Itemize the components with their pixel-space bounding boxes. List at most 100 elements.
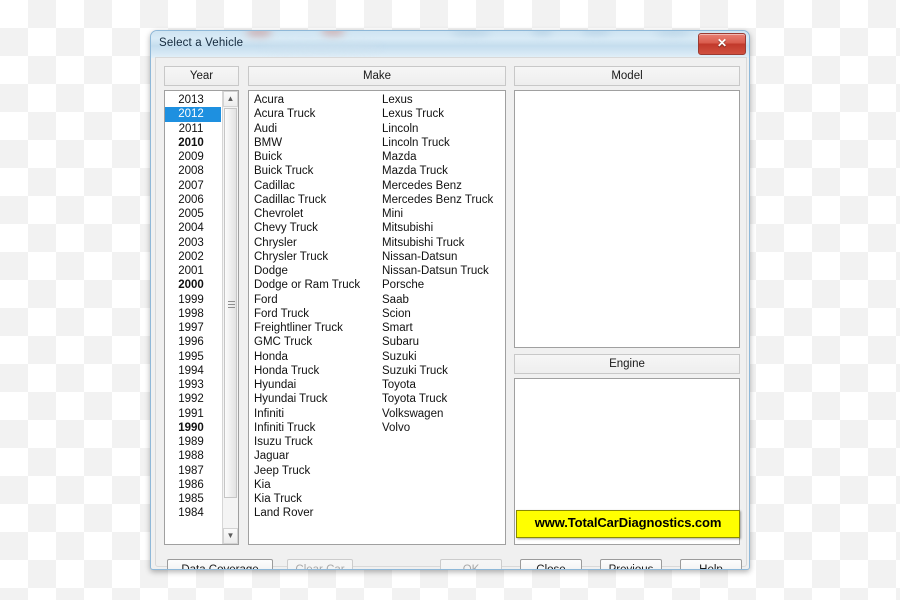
year-listbox[interactable]: 2013 2012 2011 2010 2009 2008 2007 2006 2005 2004… [164, 90, 239, 545]
list-item[interactable]: Hyundai Truck [249, 392, 377, 406]
list-item[interactable]: Buick Truck [249, 164, 377, 178]
list-item[interactable]: Lexus [377, 93, 505, 107]
list-item[interactable]: Chrysler Truck [249, 250, 377, 264]
list-item[interactable]: 1996 [165, 335, 221, 349]
list-item[interactable]: 2003 [165, 236, 221, 250]
close-dialog-button[interactable]: Close [520, 559, 582, 569]
list-item[interactable]: Toyota [377, 378, 505, 392]
list-item[interactable]: Cadillac Truck [249, 193, 377, 207]
list-item[interactable]: 2011 [165, 122, 221, 136]
make-list-items-column-2[interactable]: Lexus Lexus Truck Lincoln Lincoln Truck Mazd… [377, 93, 505, 435]
list-item[interactable]: Scion [377, 307, 505, 321]
list-item[interactable]: Porsche [377, 278, 505, 292]
list-item[interactable]: Land Rover [249, 506, 377, 520]
list-item[interactable]: Ford Truck [249, 307, 377, 321]
list-item[interactable]: 1999 [165, 293, 221, 307]
year-list-items[interactable]: 2013 2012 2011 2010 2009 2008 2007 2006 2005 2004… [165, 93, 221, 521]
list-item[interactable]: Audi [249, 122, 377, 136]
list-item[interactable]: Chevrolet [249, 207, 377, 221]
list-item[interactable]: Ford [249, 293, 377, 307]
list-item[interactable]: Lincoln [377, 122, 505, 136]
list-item[interactable]: Suzuki Truck [377, 364, 505, 378]
list-item[interactable]: Mercedes Benz Truck [377, 193, 505, 207]
list-item[interactable]: Freightliner Truck [249, 321, 377, 335]
model-column-header: Model [514, 66, 740, 86]
list-item[interactable]: 1998 [165, 307, 221, 321]
list-item[interactable]: Chrysler [249, 236, 377, 250]
list-item[interactable]: Isuzu Truck [249, 435, 377, 449]
list-item[interactable]: 1991 [165, 407, 221, 421]
year-scrollbar[interactable]: ▲ ▼ [222, 91, 238, 544]
list-item[interactable]: Toyota Truck [377, 392, 505, 406]
list-item[interactable]: 1988 [165, 449, 221, 463]
list-item[interactable]: 1984 [165, 506, 221, 520]
list-item[interactable]: 2002 [165, 250, 221, 264]
list-item[interactable]: 1987 [165, 464, 221, 478]
list-item[interactable]: 1986 [165, 478, 221, 492]
list-item[interactable]: 2005 [165, 207, 221, 221]
list-item[interactable]: Subaru [377, 335, 505, 349]
help-button[interactable]: Help [680, 559, 742, 569]
list-item[interactable]: Nissan-Datsun [377, 250, 505, 264]
list-item[interactable]: 2008 [165, 164, 221, 178]
list-item[interactable]: Buick [249, 150, 377, 164]
list-item[interactable]: 1994 [165, 364, 221, 378]
list-item[interactable]: Acura Truck [249, 107, 377, 121]
list-item[interactable]: Dodge or Ram Truck [249, 278, 377, 292]
list-item[interactable]: Mazda [377, 150, 505, 164]
list-item[interactable]: 1990 [165, 421, 221, 435]
list-item[interactable]: 2012 [165, 107, 221, 122]
list-item[interactable]: 1992 [165, 392, 221, 406]
list-item[interactable]: 2006 [165, 193, 221, 207]
make-list-items-column-1[interactable]: Acura Acura Truck Audi BMW Buick Buick Truck C… [249, 93, 377, 521]
list-item[interactable]: 2001 [165, 264, 221, 278]
list-item[interactable]: Dodge [249, 264, 377, 278]
list-item[interactable]: Infiniti Truck [249, 421, 377, 435]
list-item[interactable]: Kia [249, 478, 377, 492]
list-item[interactable]: Infiniti [249, 407, 377, 421]
list-item[interactable]: BMW [249, 136, 377, 150]
close-button[interactable]: ✕ [698, 33, 746, 55]
list-item[interactable]: Jeep Truck [249, 464, 377, 478]
list-item[interactable]: 2004 [165, 221, 221, 235]
list-item[interactable]: Mini [377, 207, 505, 221]
list-item[interactable]: Mitsubishi [377, 221, 505, 235]
make-listbox[interactable]: Acura Acura Truck Audi BMW Buick Buick Truck C… [248, 90, 506, 545]
list-item[interactable]: Acura [249, 93, 377, 107]
list-item[interactable]: Honda Truck [249, 364, 377, 378]
list-item[interactable]: 1995 [165, 350, 221, 364]
year-scroll-thumb[interactable] [224, 108, 237, 498]
list-item[interactable]: Hyundai [249, 378, 377, 392]
data-coverage-button[interactable]: Data Coverage [167, 559, 273, 569]
model-listbox[interactable] [514, 90, 740, 348]
list-item[interactable]: Saab [377, 293, 505, 307]
list-item[interactable]: 2010 [165, 136, 221, 150]
list-item[interactable]: Nissan-Datsun Truck [377, 264, 505, 278]
scroll-up-arrow[interactable]: ▲ [223, 91, 238, 107]
list-item[interactable]: 1989 [165, 435, 221, 449]
list-item[interactable]: 1985 [165, 492, 221, 506]
list-item[interactable]: Lexus Truck [377, 107, 505, 121]
list-item[interactable]: Kia Truck [249, 492, 377, 506]
list-item[interactable]: Mitsubishi Truck [377, 236, 505, 250]
list-item[interactable]: Volkswagen [377, 407, 505, 421]
list-item[interactable]: 2000 [165, 278, 221, 292]
list-item[interactable]: 1993 [165, 378, 221, 392]
list-item[interactable]: Suzuki [377, 350, 505, 364]
list-item[interactable]: Smart [377, 321, 505, 335]
list-item[interactable]: Honda [249, 350, 377, 364]
list-item[interactable]: Mercedes Benz [377, 179, 505, 193]
list-item[interactable]: GMC Truck [249, 335, 377, 349]
list-item[interactable]: Lincoln Truck [377, 136, 505, 150]
scroll-down-arrow[interactable]: ▼ [223, 528, 238, 544]
list-item[interactable]: Cadillac [249, 179, 377, 193]
list-item[interactable]: 1997 [165, 321, 221, 335]
list-item[interactable]: Mazda Truck [377, 164, 505, 178]
list-item[interactable]: Chevy Truck [249, 221, 377, 235]
list-item[interactable]: 2007 [165, 179, 221, 193]
previous-button[interactable]: Previous [600, 559, 662, 569]
list-item[interactable]: Jaguar [249, 449, 377, 463]
list-item[interactable]: 2013 [165, 93, 221, 107]
list-item[interactable]: 2009 [165, 150, 221, 164]
list-item[interactable]: Volvo [377, 421, 505, 435]
